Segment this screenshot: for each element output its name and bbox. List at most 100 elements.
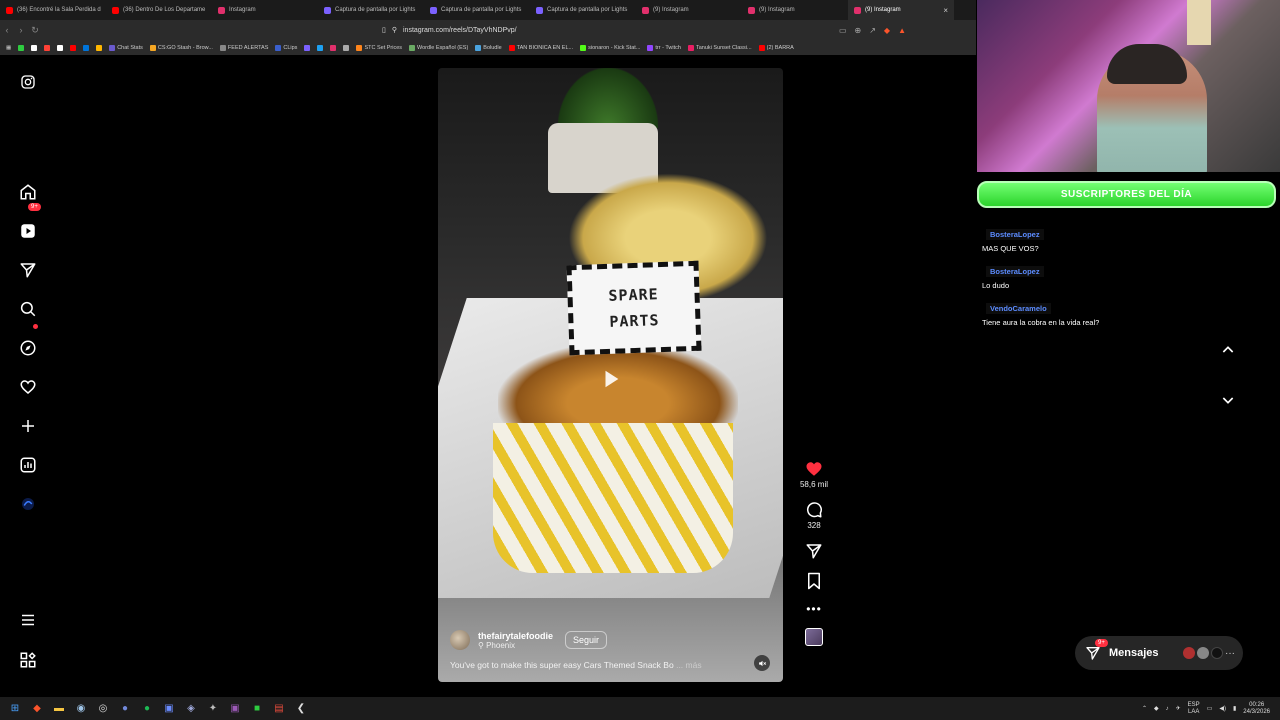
- direct-messages-icon[interactable]: [18, 260, 38, 280]
- notification-dot: [33, 324, 38, 329]
- browser-tab[interactable]: (9) Instagram: [742, 0, 848, 20]
- bookmark-item[interactable]: [31, 44, 38, 51]
- bookmark-item[interactable]: TAN BIONICA EN EL...: [508, 44, 573, 51]
- site-info-icon[interactable]: ⚲: [392, 26, 397, 34]
- bookmark-item[interactable]: [83, 44, 90, 51]
- play-icon[interactable]: [596, 364, 626, 394]
- bookmark-item[interactable]: CS:GO Stash - Brow...: [149, 44, 213, 51]
- battery-icon[interactable]: ▮: [1233, 705, 1236, 712]
- messages-more-icon[interactable]: ···: [1225, 648, 1235, 659]
- mute-button[interactable]: [754, 655, 770, 671]
- browser-tab[interactable]: Captura de pantalla por Lights: [318, 0, 424, 20]
- windows-start-icon[interactable]: ⊞: [8, 702, 22, 716]
- network-icon[interactable]: ▭: [1207, 705, 1213, 712]
- reel-caption[interactable]: You've got to make this super easy Cars …: [450, 660, 702, 670]
- taskbar-app-icon[interactable]: ❮: [294, 702, 308, 716]
- notifications-heart-icon[interactable]: [18, 377, 38, 397]
- bookmark-item[interactable]: [330, 44, 337, 51]
- follow-button[interactable]: Seguir: [565, 631, 608, 649]
- browser-tab[interactable]: (36) Dentro De Los Departame: [106, 0, 212, 20]
- clock[interactable]: 00:26 24/3/2026: [1243, 702, 1270, 716]
- brave-shield-icon[interactable]: ◆: [884, 26, 890, 35]
- bookmark-item[interactable]: [304, 44, 311, 51]
- audio-thumbnail[interactable]: [805, 628, 823, 646]
- bookmark-item[interactable]: [18, 44, 25, 51]
- instagram-logo-icon[interactable]: [18, 72, 38, 92]
- bookmark-item[interactable]: (2) BARRA: [758, 44, 794, 51]
- previous-reel-button[interactable]: [1213, 335, 1243, 365]
- tray-app-icon[interactable]: ◆: [1154, 705, 1159, 712]
- share-icon[interactable]: [805, 542, 823, 560]
- browser-tab[interactable]: Captura de pantalla por Lights: [530, 0, 636, 20]
- browser-tab[interactable]: Captura de pantalla por Lights: [424, 0, 530, 20]
- author-username[interactable]: thefairytalefoodie: [478, 631, 553, 641]
- profile-avatar-icon[interactable]: [18, 494, 38, 514]
- bookmark-item[interactable]: Wordle Español (ES): [409, 44, 468, 51]
- steam-icon[interactable]: ◉: [74, 702, 88, 716]
- more-options-icon[interactable]: •••: [806, 602, 822, 616]
- url-field[interactable]: ▯ ⚲ instagram.com/reels/DTayVhNDPvp/: [382, 26, 517, 35]
- taskbar-app-icon[interactable]: ✦: [206, 702, 220, 716]
- bookmark-item[interactable]: [96, 44, 103, 51]
- share-icon[interactable]: ↗: [869, 26, 876, 35]
- tray-overflow-icon[interactable]: ⌃: [1142, 705, 1147, 712]
- threads-apps-icon[interactable]: [18, 650, 38, 670]
- bookmark-item[interactable]: FEED ALERTAS: [219, 44, 268, 51]
- spotify-icon[interactable]: ●: [140, 702, 154, 716]
- create-icon[interactable]: [18, 416, 38, 436]
- bookmark-item[interactable]: Tanuki Sunset Classi...: [687, 44, 752, 51]
- microphone-icon[interactable]: ♪: [1166, 706, 1169, 712]
- cast-icon[interactable]: ▭: [839, 26, 847, 35]
- taskbar-app-icon[interactable]: ■: [250, 702, 264, 716]
- forward-icon[interactable]: ›: [14, 25, 28, 35]
- tray-app-icon[interactable]: ✈: [1176, 705, 1181, 712]
- save-bookmark-icon[interactable]: [806, 572, 822, 590]
- bookmark-item[interactable]: CLips: [275, 44, 297, 51]
- explore-icon[interactable]: [18, 338, 38, 358]
- apps-icon[interactable]: ▦: [6, 45, 11, 51]
- taskbar-app-icon[interactable]: ▣: [228, 702, 242, 716]
- bookmark-item[interactable]: trr - Twitch: [647, 44, 681, 51]
- discord-icon[interactable]: ●: [118, 702, 132, 716]
- brave-browser-icon[interactable]: ◆: [30, 702, 44, 716]
- search-icon[interactable]: [18, 299, 38, 319]
- obs-icon[interactable]: ◎: [96, 702, 110, 716]
- home-icon[interactable]: [18, 182, 38, 202]
- dashboard-icon[interactable]: [18, 455, 38, 475]
- taskbar-app-icon[interactable]: ▤: [272, 702, 286, 716]
- reload-icon[interactable]: ↻: [28, 25, 42, 36]
- bookmark-item[interactable]: STC Set Prices: [356, 44, 402, 51]
- next-reel-button[interactable]: [1213, 385, 1243, 415]
- bookmark-item[interactable]: sionaron - Kick Stat...: [580, 44, 640, 51]
- bookmark-item[interactable]: [44, 44, 51, 51]
- like-heart-icon[interactable]: [805, 460, 823, 478]
- browser-tab[interactable]: (9) Instagram ×: [848, 0, 954, 20]
- taskbar-app-icon[interactable]: ▣: [162, 702, 176, 716]
- messages-pill[interactable]: 9+ Mensajes ···: [1075, 636, 1243, 670]
- bookmark-item[interactable]: [317, 44, 324, 51]
- reel-video[interactable]: SPARE PARTS thefairytalefoodie ⚲ Phoenix…: [438, 68, 783, 682]
- comment-icon[interactable]: [805, 501, 823, 519]
- language-indicator[interactable]: ESP LAA: [1188, 702, 1200, 716]
- author-location[interactable]: ⚲ Phoenix: [478, 641, 553, 650]
- zoom-icon[interactable]: ⊕: [855, 26, 862, 35]
- caption-more-link[interactable]: ... más: [676, 660, 702, 670]
- browser-tab[interactable]: (9) Instagram: [636, 0, 742, 20]
- browser-tab[interactable]: Instagram: [212, 0, 318, 20]
- bookmark-item[interactable]: Chat Stats: [109, 44, 143, 51]
- close-tab-icon[interactable]: ×: [943, 6, 948, 15]
- more-menu-icon[interactable]: [18, 610, 38, 630]
- bookmark-item[interactable]: [343, 44, 350, 51]
- file-explorer-icon[interactable]: ▬: [52, 702, 66, 716]
- bookmark-icon[interactable]: ▯: [382, 26, 386, 34]
- reels-icon[interactable]: [18, 221, 38, 241]
- volume-icon[interactable]: ◀): [1219, 705, 1226, 712]
- bookmark-item[interactable]: [57, 44, 64, 51]
- browser-tab[interactable]: (36) Encontré la Sala Perdida d: [0, 0, 106, 20]
- back-icon[interactable]: ‹: [0, 25, 14, 35]
- bookmark-item[interactable]: [70, 44, 77, 51]
- brave-rewards-icon[interactable]: ▲: [898, 26, 906, 35]
- author-avatar[interactable]: [450, 630, 470, 650]
- bookmark-item[interactable]: Boludle: [475, 44, 502, 51]
- taskbar-app-icon[interactable]: ◈: [184, 702, 198, 716]
